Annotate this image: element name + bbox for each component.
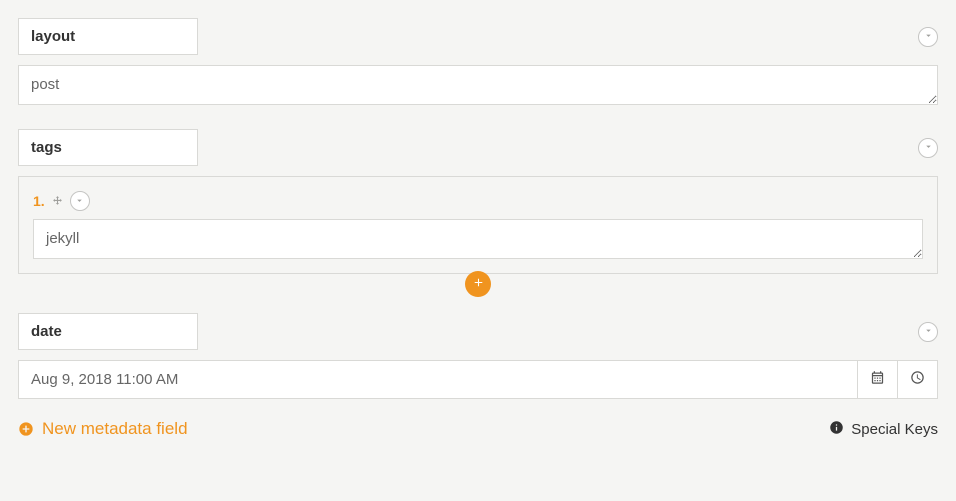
plus-circle-icon	[18, 421, 34, 437]
info-icon	[829, 420, 844, 439]
value-input-layout[interactable]	[18, 65, 938, 105]
dropdown-button[interactable]	[918, 138, 938, 158]
new-metadata-field-label: New metadata field	[42, 419, 188, 439]
dropdown-button[interactable]	[70, 191, 90, 211]
date-input-row	[18, 360, 938, 399]
tag-value-input[interactable]	[33, 219, 923, 259]
key-input-tags[interactable]	[18, 129, 198, 166]
move-icon[interactable]	[51, 195, 64, 208]
field-layout	[18, 18, 938, 105]
chevron-down-icon	[923, 139, 934, 156]
bottom-bar: New metadata field Special Keys	[18, 419, 938, 439]
tag-item-row: 1.	[33, 191, 923, 211]
clock-icon	[910, 370, 925, 389]
tag-index: 1.	[33, 193, 45, 209]
key-input-layout[interactable]	[18, 18, 198, 55]
key-input-date[interactable]	[18, 313, 198, 350]
field-tags: 1.	[18, 129, 938, 274]
chevron-down-icon	[923, 28, 934, 45]
dropdown-button[interactable]	[918, 322, 938, 342]
new-metadata-field-button[interactable]: New metadata field	[18, 419, 188, 439]
chevron-down-icon	[74, 193, 85, 210]
field-date	[18, 313, 938, 399]
dropdown-button[interactable]	[918, 27, 938, 47]
tags-list-body: 1.	[18, 176, 938, 274]
add-tag-row	[18, 271, 938, 297]
field-header	[18, 18, 938, 55]
special-keys-button[interactable]: Special Keys	[829, 420, 938, 439]
time-picker-button[interactable]	[898, 360, 938, 399]
plus-icon	[472, 276, 485, 293]
date-input[interactable]	[18, 360, 858, 399]
field-header	[18, 129, 938, 166]
date-picker-button[interactable]	[858, 360, 898, 399]
chevron-down-icon	[923, 323, 934, 340]
add-tag-button[interactable]	[465, 271, 491, 297]
special-keys-label: Special Keys	[851, 421, 938, 438]
field-header	[18, 313, 938, 350]
calendar-icon	[870, 370, 885, 389]
